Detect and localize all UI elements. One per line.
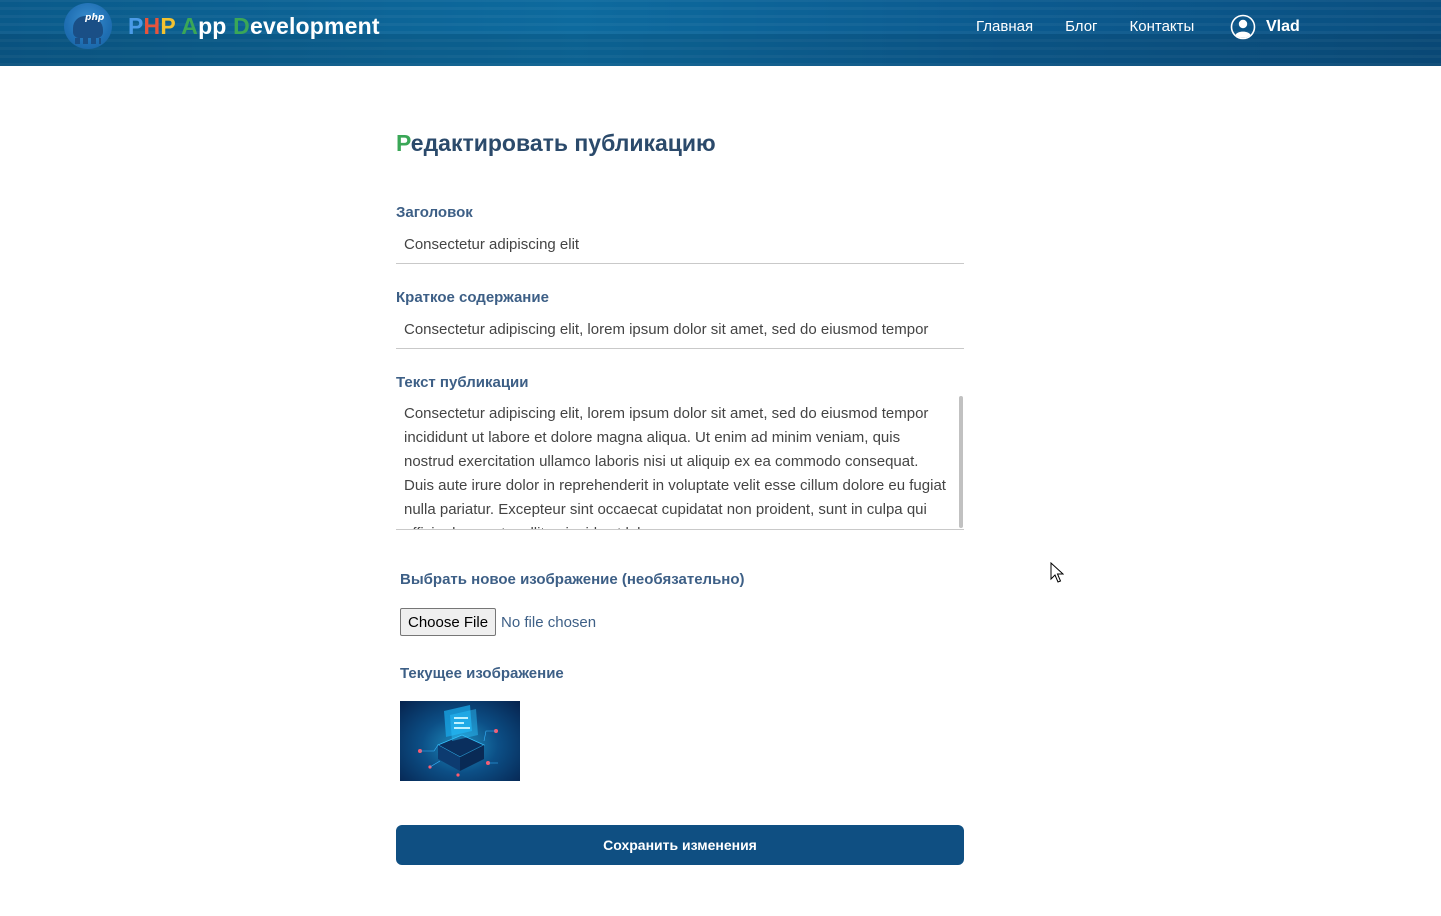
file-input[interactable]: Choose File No file chosen: [400, 608, 596, 636]
current-image-label: Текущее изображение: [400, 665, 564, 682]
logo-text: php: [85, 13, 105, 23]
brand-letter-2: P: [160, 13, 176, 39]
main-nav: Главная Блог Контакты: [976, 17, 1226, 37]
title-input[interactable]: [396, 226, 964, 264]
user-menu[interactable]: Vlad: [1230, 14, 1300, 40]
user-name: Vlad: [1266, 18, 1300, 35]
body-textarea[interactable]: Consectetur adipiscing elit, lorem ipsum…: [396, 396, 964, 530]
title-field-label: Заголовок: [396, 204, 473, 221]
brand-letter-6: D: [233, 13, 250, 39]
save-changes-button[interactable]: Сохранить изменения: [396, 825, 964, 865]
body-field-label: Текст публикации: [396, 374, 529, 391]
user-avatar-icon: [1230, 14, 1256, 40]
brand-letter-7: evelopment: [249, 13, 380, 39]
image-field-label: Выбрать новое изображение (необязательно…: [400, 571, 745, 588]
brand-letter-5: pp: [198, 13, 234, 39]
brand-letter-1: H: [143, 13, 161, 39]
top-navbar: php PHP App Development Главная Блог Кон…: [0, 0, 1441, 66]
nav-link-blog[interactable]: Блог: [1065, 17, 1097, 37]
brand-letter-4: A: [181, 13, 199, 39]
summary-input[interactable]: [396, 311, 964, 349]
php-logo-icon[interactable]: php: [64, 3, 112, 49]
nav-link-contacts[interactable]: Контакты: [1130, 17, 1195, 37]
choose-file-button[interactable]: Choose File: [400, 608, 497, 636]
mouse-cursor-icon: [1050, 562, 1064, 583]
page-title: Редактировать публикацию: [396, 130, 716, 157]
nav-link-home[interactable]: Главная: [976, 17, 1033, 37]
thumbnail-art: [418, 705, 498, 777]
page-title-rest: едактировать публикацию: [410, 130, 716, 156]
page-title-first-letter: Р: [396, 130, 411, 156]
brand-title[interactable]: PHP App Development: [128, 13, 380, 40]
summary-field-label: Краткое содержание: [396, 289, 549, 306]
file-status-text: No file chosen: [501, 613, 597, 631]
brand-letter-0: P: [128, 13, 144, 39]
textarea-scrollbar[interactable]: [959, 396, 963, 528]
current-image-thumbnail: [400, 701, 520, 781]
